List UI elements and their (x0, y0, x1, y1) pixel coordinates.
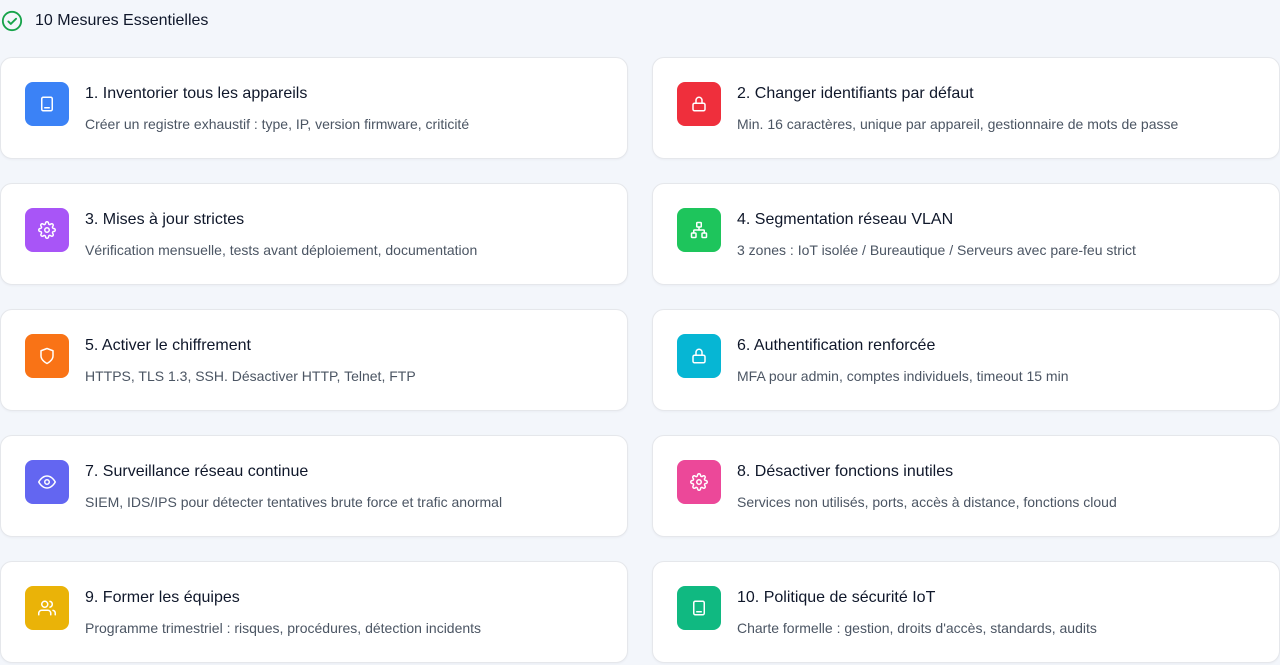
measure-description: SIEM, IDS/IPS pour détecter tentatives b… (85, 494, 503, 510)
measure-card: 5. Activer le chiffrement HTTPS, TLS 1.3,… (0, 309, 628, 411)
book-icon (25, 82, 69, 126)
book-icon (677, 586, 721, 630)
measure-description: HTTPS, TLS 1.3, SSH. Désactiver HTTP, Te… (85, 368, 416, 384)
measure-title: 9. Former les équipes (85, 589, 240, 606)
measure-card: 8. Désactiver fonctions inutiles Services… (652, 435, 1280, 537)
measure-title: 2. Changer identifiants par défaut (737, 85, 974, 102)
measure-title: 1. Inventorier tous les appareils (85, 85, 308, 102)
measure-card: 4. Segmentation réseau VLAN 3 zones : IoT… (652, 183, 1280, 285)
measure-description: 3 zones : IoT isolée / Bureautique / Ser… (737, 242, 1136, 258)
measure-description: Créer un registre exhaustif : type, IP, … (85, 116, 470, 132)
eye-icon (25, 460, 69, 504)
users-icon (25, 586, 69, 630)
measure-description: Charte formelle : gestion, droits d'accè… (737, 620, 1097, 636)
measure-title: 6. Authentification renforcée (737, 337, 936, 354)
measure-description: MFA pour admin, comptes individuels, tim… (737, 368, 1069, 384)
measure-title: 10. Politique de sécurité IoT (737, 589, 936, 606)
measure-description: Vérification mensuelle, tests avant dépl… (85, 242, 478, 258)
section-title: 10 Mesures Essentielles (35, 12, 209, 29)
check-circle-icon (0, 9, 24, 33)
measure-description: Programme trimestriel : risques, procédu… (85, 620, 482, 636)
measures-grid: 1. Inventorier tous les appareils Créer u… (0, 57, 1280, 663)
measure-title: 7. Surveillance réseau continue (85, 463, 309, 480)
measure-title: 3. Mises à jour strictes (85, 211, 245, 228)
gear-icon (25, 208, 69, 252)
measure-card: 6. Authentification renforcée MFA pour ad… (652, 309, 1280, 411)
measure-card: 2. Changer identifiants par défaut Min. 1… (652, 57, 1280, 159)
measures-page: 10 Mesures Essentielles 1. Inventorier t… (0, 0, 1280, 665)
measure-card: 10. Politique de sécurité IoT Charte form… (652, 561, 1280, 663)
measure-card: 1. Inventorier tous les appareils Créer u… (0, 57, 628, 159)
measure-title: 4. Segmentation réseau VLAN (737, 211, 954, 228)
measure-title: 8. Désactiver fonctions inutiles (737, 463, 954, 480)
gear-icon (677, 460, 721, 504)
measure-description: Min. 16 caractères, unique par appareil,… (737, 116, 1179, 132)
lock-icon (677, 334, 721, 378)
measure-card: 3. Mises à jour strictes Vérification men… (0, 183, 628, 285)
lock-icon (677, 82, 721, 126)
network-icon (677, 208, 721, 252)
measure-card: 7. Surveillance réseau continue SIEM, IDS… (0, 435, 628, 537)
section-header: 10 Mesures Essentielles (0, 9, 208, 33)
shield-icon (25, 334, 69, 378)
measure-title: 5. Activer le chiffrement (85, 337, 251, 354)
measure-card: 9. Former les équipes Programme trimestri… (0, 561, 628, 663)
measure-description: Services non utilisés, ports, accès à di… (737, 494, 1117, 510)
